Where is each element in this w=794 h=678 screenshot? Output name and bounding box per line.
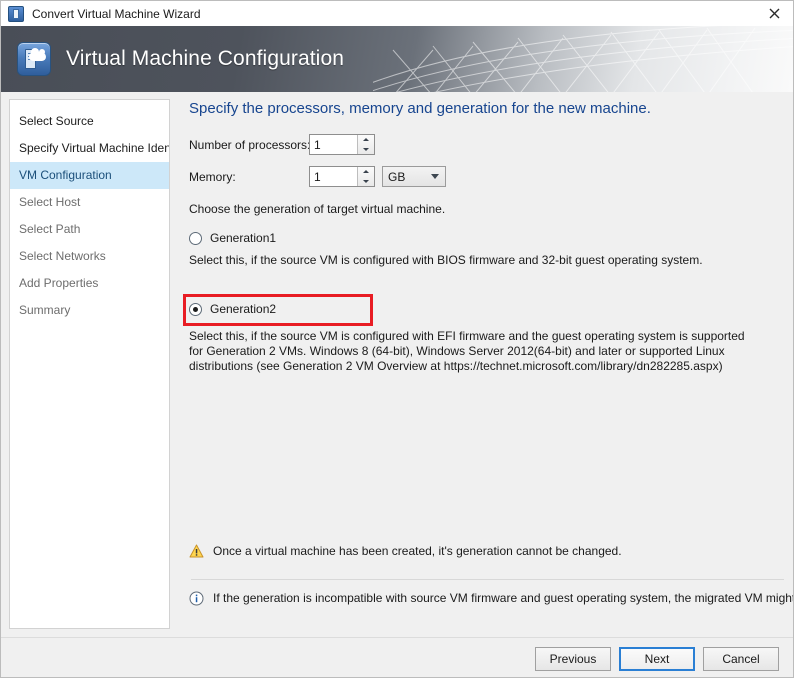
sidebar-item-vm-configuration[interactable]: VM Configuration xyxy=(10,162,169,189)
close-icon[interactable] xyxy=(755,1,793,26)
convert-virtual-machine-wizard-window: Convert Virtual Machine Wizard Virtual M… xyxy=(0,0,794,678)
cancel-button[interactable]: Cancel xyxy=(703,646,779,671)
generation1-description: Select this, if the source VM is configu… xyxy=(189,253,703,267)
memory-row: Memory: 1 GB xyxy=(189,166,446,187)
page-header-banner: Virtual Machine Configuration xyxy=(1,26,793,92)
memory-spin-buttons[interactable] xyxy=(357,167,374,186)
memory-unit-value: GB xyxy=(388,169,406,184)
processors-row: Number of processors: 1 xyxy=(189,134,375,155)
chevron-down-icon xyxy=(431,174,439,179)
generation2-radio[interactable] xyxy=(189,302,202,316)
memory-spin-up[interactable] xyxy=(358,167,374,177)
window-title: Convert Virtual Machine Wizard xyxy=(32,6,201,21)
processors-stepper[interactable]: 1 xyxy=(309,134,375,155)
sidebar-item-select-source[interactable]: Select Source xyxy=(10,108,169,135)
generation2-description: Select this, if the source VM is configu… xyxy=(189,329,745,373)
generation2-radio-row[interactable]: Generation2 xyxy=(189,302,276,316)
generation-prompt: Choose the generation of target virtual … xyxy=(189,202,446,216)
virtual-machine-cloud-icon xyxy=(17,42,51,76)
processors-spin-up[interactable] xyxy=(358,135,374,145)
generation2-label: Generation2 xyxy=(210,302,277,316)
sidebar-item-select-host[interactable]: Select Host xyxy=(10,189,169,216)
wizard-footer: Previous Next Cancel xyxy=(1,637,793,677)
processors-label: Number of processors: xyxy=(189,137,311,152)
notice-divider xyxy=(191,579,784,580)
main-panel: Specify the processors, memory and gener… xyxy=(181,92,793,637)
next-button[interactable]: Next xyxy=(619,646,695,671)
previous-button[interactable]: Previous xyxy=(535,646,611,671)
page-title: Virtual Machine Configuration xyxy=(66,47,345,70)
processors-value: 1 xyxy=(314,137,321,152)
content-area: Select Source Specify Virtual Machine Id… xyxy=(1,92,793,637)
warning-text: Once a virtual machine has been created,… xyxy=(213,544,622,558)
section-heading: Specify the processors, memory and gener… xyxy=(189,100,651,117)
sidebar-item-specify-virtual-machine-identity[interactable]: Specify Virtual Machine Identity xyxy=(10,135,169,162)
banner-decoration xyxy=(373,26,793,92)
warning-triangle-icon xyxy=(189,544,204,558)
sidebar-item-summary[interactable]: Summary xyxy=(10,297,169,324)
info-circle-icon xyxy=(189,591,204,606)
memory-stepper[interactable]: 1 xyxy=(309,166,375,187)
sidebar-item-add-properties[interactable]: Add Properties xyxy=(10,270,169,297)
memory-value: 1 xyxy=(314,169,321,184)
generation-warning-notice: Once a virtual machine has been created,… xyxy=(189,544,622,558)
memory-spin-down[interactable] xyxy=(358,177,374,187)
processors-spin-buttons[interactable] xyxy=(357,135,374,154)
memory-unit-select[interactable]: GB xyxy=(382,166,446,187)
generation1-radio[interactable] xyxy=(189,231,202,245)
processors-spin-down[interactable] xyxy=(358,145,374,155)
wizard-steps-sidebar: Select Source Specify Virtual Machine Id… xyxy=(9,99,170,629)
wizard-app-icon xyxy=(8,5,24,22)
generation1-radio-row[interactable]: Generation1 xyxy=(189,231,276,245)
sidebar-item-select-networks[interactable]: Select Networks xyxy=(10,243,169,270)
memory-label: Memory: xyxy=(189,169,236,184)
sidebar-item-select-path[interactable]: Select Path xyxy=(10,216,169,243)
title-bar: Convert Virtual Machine Wizard xyxy=(1,1,793,26)
generation-info-notice: If the generation is incompatible with s… xyxy=(189,591,794,606)
info-text: If the generation is incompatible with s… xyxy=(213,591,794,605)
generation1-label: Generation1 xyxy=(210,231,277,245)
